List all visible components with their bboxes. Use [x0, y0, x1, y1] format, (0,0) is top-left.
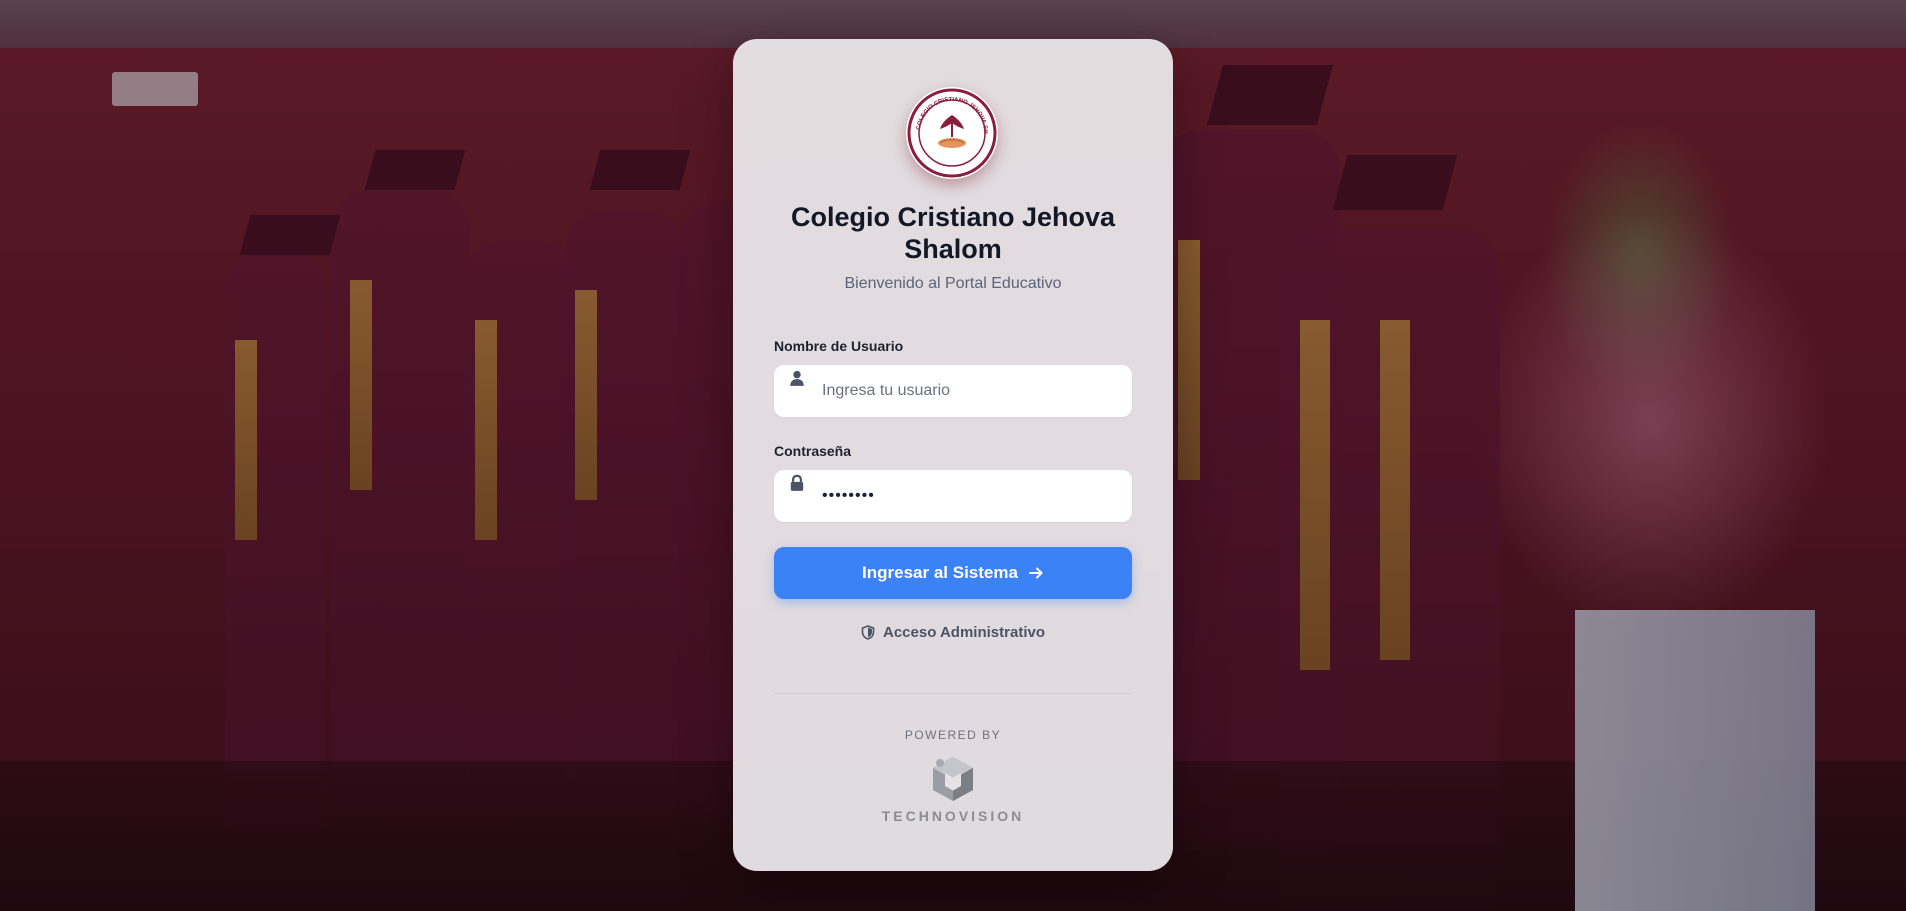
- technovision-brand: TECHNOVISION: [881, 808, 1025, 824]
- admin-access-label: Acceso Administrativo: [883, 624, 1045, 641]
- submit-label: Ingresar al Sistema: [862, 563, 1018, 582]
- username-field[interactable]: [774, 365, 1132, 417]
- powered-by-label: POWERED BY: [904, 728, 1002, 742]
- school-logo: COLEGIO CRISTIANO JEHOVA SHALOM: [906, 87, 998, 179]
- technovision-logo-icon: [933, 757, 973, 801]
- school-name-title: Colegio Cristiano Jehova Shalom: [790, 202, 1116, 264]
- username-input[interactable]: [822, 365, 1112, 417]
- password-input[interactable]: [822, 470, 1112, 522]
- shield-icon: [861, 625, 875, 640]
- school-seal-icon: COLEGIO CRISTIANO JEHOVA SHALOM: [906, 87, 997, 178]
- user-icon: [790, 370, 804, 386]
- welcome-subtitle: Bienvenido al Portal Educativo: [844, 275, 1062, 292]
- password-field[interactable]: [774, 470, 1132, 522]
- footer-divider: [774, 693, 1132, 694]
- login-submit-button[interactable]: Ingresar al Sistema: [774, 547, 1132, 599]
- arrow-right-icon: [1028, 567, 1043, 579]
- username-label: Nombre de Usuario: [774, 338, 904, 354]
- admin-access-link[interactable]: Acceso Administrativo: [774, 624, 1132, 641]
- login-card: COLEGIO CRISTIANO JEHOVA SHALOM Colegio …: [733, 39, 1173, 871]
- lock-icon: [790, 474, 804, 491]
- password-label: Contraseña: [774, 443, 852, 459]
